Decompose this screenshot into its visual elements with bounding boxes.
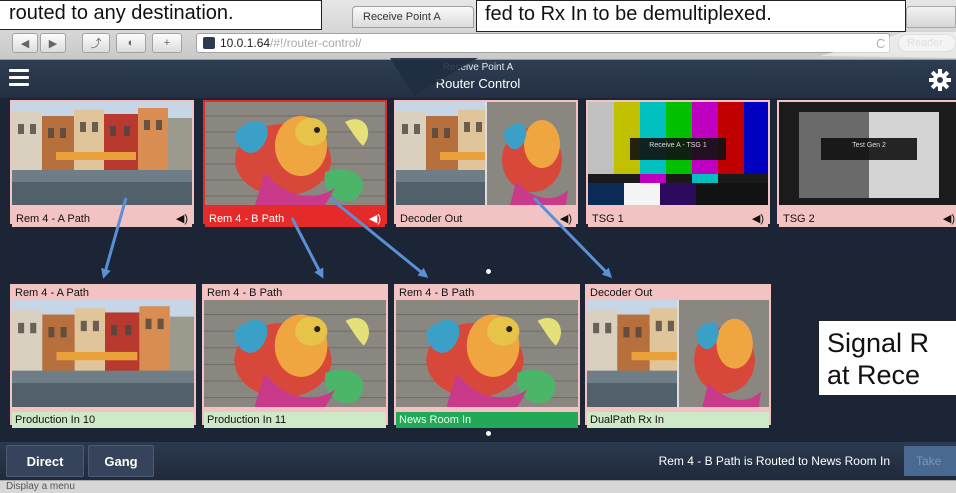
speaker-icon[interactable]: ◀) xyxy=(943,212,955,225)
tsg2-overlay: Test Gen 2 xyxy=(852,142,886,149)
plus-icon: + xyxy=(163,37,171,49)
destination-tile-production-11[interactable]: Rem 4 - B Path Production In 11 xyxy=(202,284,388,428)
source-thumbnail xyxy=(396,102,576,205)
source-thumbnail: Receive A - TSG 1 xyxy=(588,102,768,205)
url-path: /#!/router-control/ xyxy=(270,36,362,50)
destinations-row: Rem 4 - A Path Production In 10 Rem 4 - … xyxy=(0,284,956,428)
source-thumbnail xyxy=(12,102,192,205)
back-icon: ◀ xyxy=(20,37,30,50)
destination-tile-production-10[interactable]: Rem 4 - A Path Production In 10 xyxy=(10,284,196,428)
shield-icon: ◐ xyxy=(127,37,135,49)
tsg1-overlay: Receive A - TSG 1 xyxy=(649,142,707,149)
source-tile-tsg1[interactable]: Receive A - TSG 1 TSG 1 ◀) xyxy=(586,100,770,227)
destination-thumbnail xyxy=(12,300,194,407)
app-header: Receive Point A Router Control xyxy=(0,60,956,98)
annotation-signal-line2: at Rece xyxy=(827,360,921,390)
source-label: Rem 4 - B Path xyxy=(209,212,285,225)
page-title: Router Control xyxy=(435,76,521,91)
speaker-icon[interactable]: ◀) xyxy=(176,212,188,225)
privacy-button[interactable]: ◐ xyxy=(116,33,146,53)
browser-tab[interactable]: Receive Point A xyxy=(352,6,474,28)
source-tile-decoder-out[interactable]: Decoder Out ◀) xyxy=(394,100,578,227)
forward-button[interactable]: ▶ xyxy=(40,33,66,53)
source-label: TSG 1 xyxy=(592,212,624,225)
back-button[interactable]: ◀ xyxy=(12,33,38,53)
source-tile-rem4-a[interactable]: Rem 4 - A Path ◀) xyxy=(10,100,194,227)
annotation-callout-left: routed to any destination. xyxy=(0,0,322,30)
take-button[interactable]: Take xyxy=(904,446,956,476)
destination-label: Production In 11 xyxy=(204,412,386,428)
share-icon: ⤴ xyxy=(90,38,102,50)
bottom-toolbar: Direct Gang Rem 4 - B Path is Routed to … xyxy=(0,442,956,480)
favicon-icon xyxy=(203,37,215,49)
sources-page-indicator[interactable] xyxy=(486,269,491,274)
destination-label: News Room In xyxy=(396,412,578,428)
routed-source-label: Decoder Out xyxy=(590,287,653,299)
destination-tile-dualpath-rx[interactable]: Decoder Out DualPath Rx In xyxy=(585,284,771,428)
reader-button[interactable]: Reader xyxy=(898,34,956,52)
source-label: TSG 2 xyxy=(783,212,815,225)
url-host: 10.0.1.64 xyxy=(220,36,271,50)
address-bar[interactable]: 10.0.1.64/#!/router-control/ xyxy=(196,33,890,53)
share-button[interactable]: ⤴ xyxy=(82,33,110,53)
speaker-icon[interactable]: ◀) xyxy=(560,212,572,225)
reload-icon[interactable]: C xyxy=(876,36,885,51)
routed-source-label: Rem 4 - B Path xyxy=(399,287,475,299)
route-status-text: Rem 4 - B Path is Routed to News Room In xyxy=(658,454,890,468)
destination-thumbnail xyxy=(396,300,578,407)
source-thumbnail xyxy=(205,102,385,205)
source-label: Decoder Out xyxy=(400,212,463,225)
gang-mode-button[interactable]: Gang xyxy=(88,445,154,477)
browser-tab-secondary[interactable] xyxy=(906,6,956,28)
annotation-callout-signal: Signal R at Rece xyxy=(818,320,956,396)
source-label: Rem 4 - A Path xyxy=(16,212,90,225)
app-subtitle: Receive Point A xyxy=(442,62,514,73)
destinations-page-indicator[interactable] xyxy=(486,431,491,436)
annotation-callout-top: fed to Rx In to be demultiplexed. xyxy=(476,0,906,32)
gear-icon[interactable] xyxy=(928,68,952,92)
destination-label: Production In 10 xyxy=(12,412,194,428)
routed-source-label: Rem 4 - B Path xyxy=(207,287,283,299)
direct-mode-button[interactable]: Direct xyxy=(6,445,84,477)
browser-status-bar: Display a menu xyxy=(0,480,956,493)
source-tile-rem4-b[interactable]: Rem 4 - B Path ◀) xyxy=(203,100,387,227)
new-tab-button[interactable]: + xyxy=(152,33,182,53)
source-thumbnail: Test Gen 2 xyxy=(779,102,956,205)
destination-label: DualPath Rx In xyxy=(587,412,769,428)
destination-tile-news-room[interactable]: Rem 4 - B Path News Room In xyxy=(394,284,580,428)
speaker-icon[interactable]: ◀) xyxy=(369,212,381,225)
destination-thumbnail xyxy=(204,300,386,407)
sources-row: Rem 4 - A Path ◀) Rem 4 - B Path ◀) Decode… xyxy=(0,100,956,227)
source-tile-tsg2[interactable]: Test Gen 2 TSG 2 ◀) xyxy=(777,100,956,227)
destination-thumbnail xyxy=(587,300,769,407)
routed-source-label: Rem 4 - A Path xyxy=(15,287,89,299)
forward-icon: ▶ xyxy=(48,37,58,50)
speaker-icon[interactable]: ◀) xyxy=(752,212,764,225)
annotation-signal-line1: Signal R xyxy=(827,328,930,358)
